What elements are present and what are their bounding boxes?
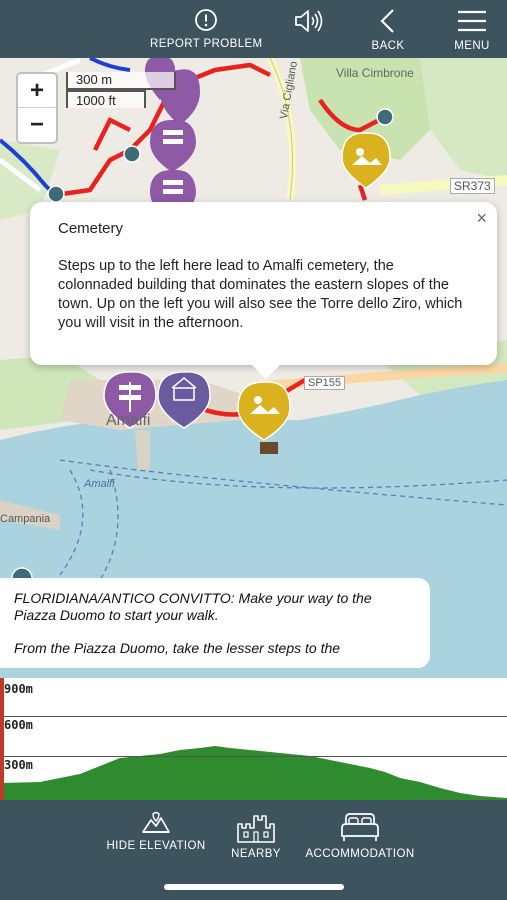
directions-card[interactable]: FLORIDIANA/ANTICO CONVITTO: Make your wa…	[0, 578, 430, 668]
map-label-amalfi-sea: Amalfi	[84, 478, 115, 490]
home-indicator[interactable]	[164, 884, 344, 890]
map-label-sp155: SP155	[304, 376, 346, 390]
elevation-profile[interactable]: 900m 600m 300m	[0, 678, 507, 800]
menu-button[interactable]: MENU	[450, 8, 494, 52]
popup-title: Cemetery	[58, 220, 124, 237]
map-label-villa: Villa Cimbrone	[336, 66, 414, 80]
elevation-chart	[0, 746, 507, 800]
poi-popup: × Cemetery Steps up to the left here lea…	[30, 202, 497, 379]
alert-icon	[195, 9, 217, 31]
scale-bar: 300 m 1000 ft	[66, 72, 176, 108]
back-button[interactable]: BACK	[368, 8, 408, 52]
accommodation-label: ACCOMMODATION	[305, 848, 415, 860]
nearby-button[interactable]: NEARBY	[228, 810, 284, 860]
hide-elevation-button[interactable]: HIDE ELEVATION	[104, 810, 208, 852]
report-problem-label: REPORT PROBLEM	[150, 38, 263, 50]
hide-elevation-label: HIDE ELEVATION	[106, 840, 206, 852]
elevation-tick-label: 900m	[4, 682, 33, 696]
map-label-sr373: SR373	[450, 178, 495, 194]
castle-icon	[237, 815, 275, 843]
scale-imperial: 1000 ft	[66, 90, 146, 108]
elevation-position-marker[interactable]	[0, 678, 4, 800]
report-problem-button[interactable]: REPORT PROBLEM	[150, 8, 262, 50]
close-icon[interactable]: ×	[476, 208, 487, 229]
elevation-gridline	[0, 756, 507, 757]
chevron-left-icon	[380, 9, 394, 33]
map-label-campania: Campania	[0, 513, 51, 525]
top-toolbar: REPORT PROBLEM BACK MENU	[0, 0, 507, 58]
zoom-out-button[interactable]: −	[18, 108, 56, 142]
sound-button[interactable]	[290, 8, 326, 34]
directions-paragraph: FLORIDIANA/ANTICO CONVITTO: Make your wa…	[14, 590, 372, 623]
elevation-gridline	[0, 716, 507, 717]
back-label: BACK	[371, 40, 405, 52]
speaker-icon	[295, 10, 323, 32]
elevation-tick-label: 600m	[4, 718, 33, 732]
directions-paragraph: From the Piazza Duomo, take the lesser s…	[14, 640, 341, 656]
elevation-tick-label: 300m	[4, 758, 33, 772]
map-label-amalfi-town: Amalfi	[106, 412, 151, 429]
accommodation-button[interactable]: ACCOMMODATION	[302, 810, 418, 860]
elevation-icon	[142, 811, 170, 833]
hamburger-icon	[458, 10, 486, 32]
menu-label: MENU	[454, 40, 490, 52]
scale-metric: 300 m	[66, 72, 176, 90]
nearby-label: NEARBY	[231, 848, 281, 860]
popup-body: Steps up to the left here lead to Amalfi…	[58, 258, 463, 331]
bed-icon	[341, 813, 379, 841]
zoom-control: + −	[16, 72, 58, 144]
zoom-in-button[interactable]: +	[18, 74, 56, 108]
